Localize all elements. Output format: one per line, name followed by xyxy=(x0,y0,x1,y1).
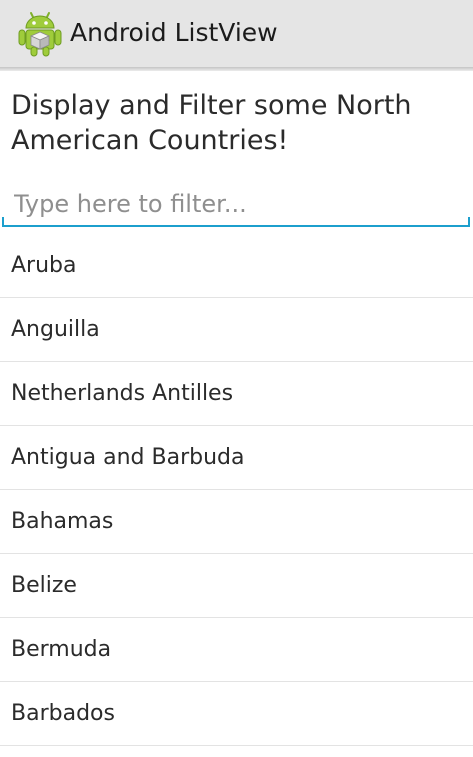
app-title: Android ListView xyxy=(70,18,278,47)
filter-field[interactable] xyxy=(2,184,470,229)
filter-underline xyxy=(2,225,470,227)
list-item[interactable]: Barbados xyxy=(0,682,473,746)
country-list[interactable]: Aruba Anguilla Netherlands Antilles Anti… xyxy=(0,234,473,746)
app-window: Android ListView Display and Filter some… xyxy=(0,0,473,757)
filter-input[interactable] xyxy=(2,184,470,224)
page-heading: Display and Filter some North American C… xyxy=(11,90,412,156)
list-item[interactable]: Anguilla xyxy=(0,298,473,362)
list-item[interactable]: Aruba xyxy=(0,234,473,298)
action-bar-divider xyxy=(0,67,473,71)
filter-underline-right-tick xyxy=(468,217,470,226)
list-item[interactable]: Antigua and Barbuda xyxy=(0,426,473,490)
list-item[interactable]: Bermuda xyxy=(0,618,473,682)
list-item[interactable]: Bahamas xyxy=(0,490,473,554)
list-item[interactable]: Netherlands Antilles xyxy=(0,362,473,426)
list-item[interactable]: Belize xyxy=(0,554,473,618)
android-icon[interactable] xyxy=(18,9,62,57)
action-bar: Android ListView xyxy=(0,0,473,67)
